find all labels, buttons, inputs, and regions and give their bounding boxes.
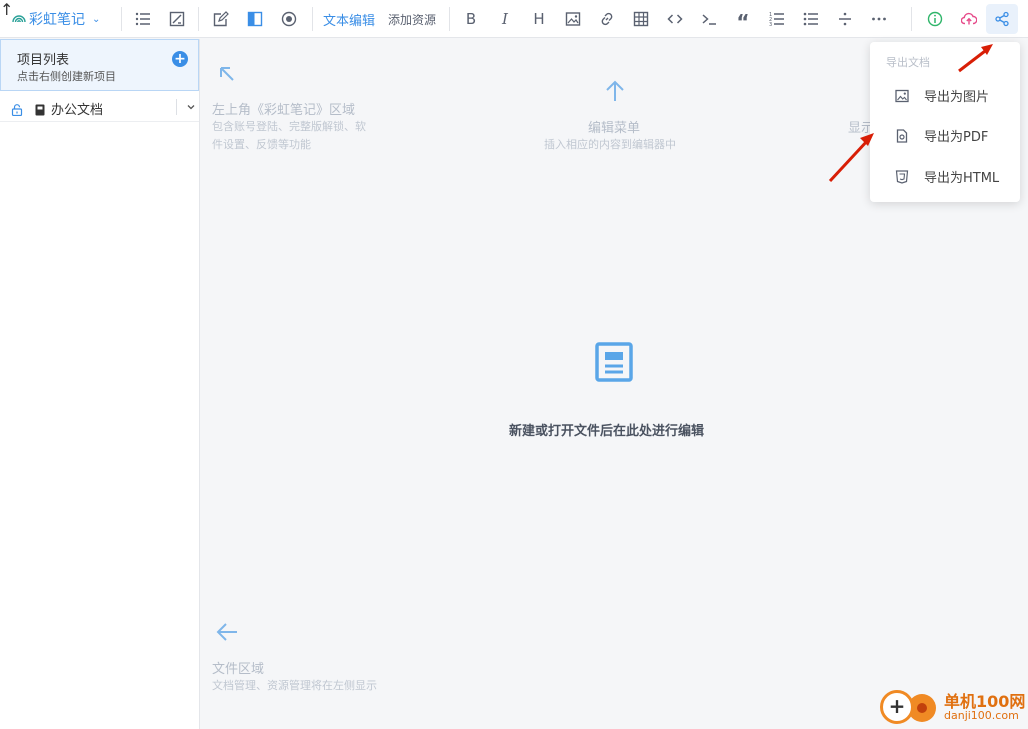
code-icon[interactable] (661, 0, 689, 38)
hint-brand-area-desc-2: 件设置、反馈等功能 (212, 138, 311, 151)
share-icon[interactable] (986, 4, 1018, 34)
tab-text-edit[interactable]: 文本编辑 (323, 0, 375, 38)
rainbow-icon (12, 12, 26, 27)
tab-text-edit-label: 文本编辑 (323, 13, 376, 29)
export-menu: 导出文档 导出为图片 导出为PDF 导出为HTML (870, 42, 1020, 202)
table-icon[interactable] (627, 0, 655, 38)
document-icon (595, 342, 633, 382)
export-image-menu-item[interactable]: 导出为图片 (870, 78, 1020, 112)
divider-icon[interactable] (831, 0, 859, 38)
annotation-arrow-icon (958, 44, 993, 73)
svg-text:3: 3 (769, 22, 772, 27)
hint-file-area-desc: 文档管理、资源管理将在左侧显示 (212, 679, 377, 692)
project-list-header: 项目列表 点击右侧创建新项目 + (0, 39, 199, 91)
arrow-left-icon (216, 622, 238, 646)
separator (198, 7, 199, 31)
pdf-file-icon (895, 128, 909, 143)
export-pdf-menu-item[interactable]: 导出为PDF (870, 118, 1020, 152)
export-html-menu-item[interactable]: 导出为HTML (870, 159, 1020, 193)
bold-icon[interactable]: B (457, 0, 485, 38)
image-icon (895, 88, 909, 103)
more-icon[interactable] (865, 0, 893, 38)
ordered-list-icon[interactable]: 123 (763, 0, 791, 38)
sidebar: 项目列表 点击右侧创建新项目 + 办公文档 (0, 39, 200, 729)
export-image-label: 导出为图片 (924, 90, 990, 105)
export-html-label: 导出为HTML (924, 171, 1000, 186)
quote-icon[interactable]: “ (729, 0, 757, 38)
arrow-up-icon (605, 80, 625, 106)
hint-edit-menu-title: 编辑菜单 (588, 121, 641, 136)
arrow-up-left-icon (218, 65, 236, 87)
cloud-upload-icon[interactable] (955, 0, 983, 38)
terminal-icon[interactable] (695, 0, 723, 38)
bullet-list-icon[interactable] (797, 0, 825, 38)
add-project-button[interactable]: + (172, 51, 188, 67)
info-icon[interactable] (921, 0, 949, 38)
top-toolbar: 彩虹笔记 ⌄ ↑ 文本编辑 添加资源 B I H “ 123 (0, 0, 1028, 38)
hint-brand-area-desc-1: 包含账号登陆、完整版解锁、软 (212, 120, 366, 133)
watermark-plus-icon: + (880, 690, 914, 724)
hint-brand-area-title: 左上角《彩虹笔记》区域 (212, 103, 356, 118)
separator (911, 7, 912, 31)
export-menu-header: 导出文档 (886, 56, 930, 69)
sidebar-item-label: 办公文档 (51, 103, 104, 118)
list-view-icon[interactable] (129, 0, 157, 38)
separator (449, 7, 450, 31)
hint-edit-menu-desc: 插入相应的内容到编辑器中 (544, 138, 676, 151)
watermark-url: danji100.com (944, 709, 1019, 722)
watermark-logo: + 单机100网 danji100.com (878, 688, 1028, 728)
hint-file-area-title: 文件区域 (212, 662, 265, 677)
italic-icon[interactable]: I (491, 0, 519, 38)
preview-icon[interactable] (275, 0, 303, 38)
link-icon[interactable] (593, 0, 621, 38)
notebook-icon (34, 101, 46, 116)
edit-icon[interactable] (207, 0, 235, 38)
separator (121, 7, 122, 31)
unlock-icon[interactable] (11, 101, 23, 117)
project-list-subtitle: 点击右侧创建新项目 (17, 70, 116, 83)
heading-icon[interactable]: H (525, 0, 553, 38)
chevron-down-icon: ⌄ (92, 13, 101, 25)
annotation-arrow-icon (828, 133, 874, 183)
separator (312, 7, 313, 31)
html5-icon (895, 169, 909, 184)
tab-add-resource-label: 添加资源 (388, 12, 437, 27)
export-pdf-label: 导出为PDF (924, 130, 989, 145)
chevron-down-icon[interactable] (176, 99, 196, 115)
sidebar-item-office-docs[interactable]: 办公文档 (0, 92, 199, 122)
project-list-title: 项目列表 (17, 53, 70, 68)
split-view-icon[interactable] (241, 0, 269, 38)
tab-add-resource[interactable]: 添加资源 (388, 0, 436, 38)
image-icon[interactable] (559, 0, 587, 38)
brand-menu[interactable]: 彩虹笔记 ⌄ (12, 0, 100, 38)
brand-name: 彩虹笔记 (29, 12, 85, 28)
diff-icon[interactable] (163, 0, 191, 38)
empty-editor-message: 新建或打开文件后在此处进行编辑 (509, 424, 705, 439)
